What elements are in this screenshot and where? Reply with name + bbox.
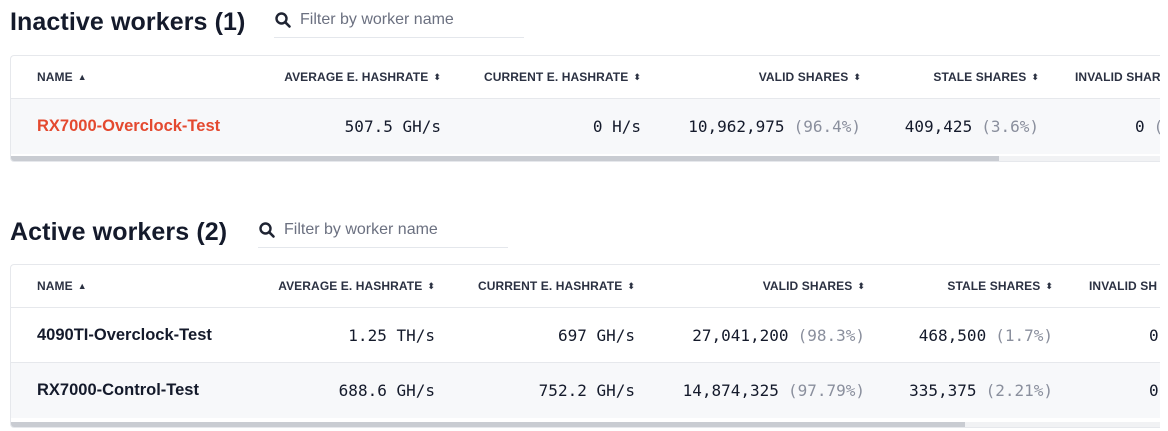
invalid-shares: 0 bbox=[1149, 325, 1159, 345]
inactive-workers-title: Inactive workers (1) bbox=[10, 7, 246, 36]
col-valid-shares-header[interactable]: VALID SHARES ⬍ bbox=[651, 265, 865, 307]
table-header-row: NAME ▲ AVERAGE E. HASHRATE ⬍ CURRENT E. HA… bbox=[11, 56, 1160, 99]
sort-asc-icon: ▲ bbox=[77, 71, 87, 82]
inactive-workers-header: Inactive workers (1) bbox=[10, 6, 245, 38]
col-stale-shares-header[interactable]: STALE SHARES ⬍ bbox=[861, 56, 1039, 98]
scrollbar-thumb[interactable] bbox=[11, 156, 1000, 161]
current-hashrate: 697 GH/s bbox=[557, 325, 635, 345]
inactive-filter-placeholder: Filter by worker name bbox=[300, 10, 454, 28]
sort-both-icon: ⬍ bbox=[853, 71, 861, 82]
table-row[interactable]: 4090TI-Overclock-Test 1.25 TH/s 697 GH/s… bbox=[11, 308, 1160, 363]
horizontal-scrollbar[interactable] bbox=[11, 156, 1160, 161]
valid-shares: 10,962,975 (96.4%) bbox=[688, 117, 861, 136]
sort-both-icon: ⬍ bbox=[857, 280, 865, 291]
worker-name[interactable]: 4090TI-Overclock-Test bbox=[37, 308, 212, 362]
sort-asc-icon: ▲ bbox=[77, 280, 87, 291]
sort-both-icon: ⬍ bbox=[1031, 71, 1039, 82]
sort-both-icon: ⬍ bbox=[633, 71, 641, 82]
valid-shares: 14,874,325 (97.79%) bbox=[682, 381, 865, 400]
scrollbar-thumb[interactable] bbox=[11, 422, 965, 427]
search-icon bbox=[259, 221, 275, 238]
col-invalid-shares-header[interactable]: INVALID SHAR bbox=[1075, 56, 1160, 98]
search-icon bbox=[275, 11, 291, 28]
current-hashrate: 752.2 GH/s bbox=[538, 381, 635, 400]
table-header-row: NAME ▲ AVERAGE E. HASHRATE ⬍ CURRENT E. HA… bbox=[11, 265, 1160, 308]
active-workers-title: Active workers (2) bbox=[10, 217, 228, 246]
inactive-workers-table: NAME ▲ AVERAGE E. HASHRATE ⬍ CURRENT E. HA… bbox=[10, 55, 1160, 162]
valid-shares: 27,041,200 (98.3%) bbox=[692, 325, 865, 345]
table-row[interactable]: RX7000-Control-Test 688.6 GH/s 752.2 GH/… bbox=[11, 363, 1160, 418]
sort-both-icon: ⬍ bbox=[433, 71, 441, 82]
horizontal-scrollbar[interactable] bbox=[11, 422, 1160, 427]
current-hashrate: 0 H/s bbox=[592, 117, 641, 136]
invalid-shares: 0( bbox=[1135, 117, 1160, 136]
col-current-hashrate-header[interactable]: CURRENT E. HASHRATE ⬍ bbox=[441, 56, 641, 98]
col-stale-shares-header[interactable]: STALE SHARES ⬍ bbox=[865, 265, 1053, 307]
col-current-hashrate-header[interactable]: CURRENT E. HASHRATE ⬍ bbox=[435, 265, 635, 307]
col-valid-shares-header[interactable]: VALID SHARES ⬍ bbox=[651, 56, 861, 98]
active-workers-table: NAME ▲ AVERAGE E. HASHRATE ⬍ CURRENT E. HA… bbox=[10, 264, 1160, 428]
col-name-header[interactable]: NAME ▲ bbox=[37, 56, 87, 98]
active-filter-input[interactable]: Filter by worker name bbox=[258, 212, 508, 248]
active-filter-placeholder: Filter by worker name bbox=[284, 220, 438, 238]
col-name-header[interactable]: NAME ▲ bbox=[37, 265, 87, 307]
avg-hashrate: 688.6 GH/s bbox=[338, 381, 435, 400]
stale-shares: 409,425 (3.6%) bbox=[904, 117, 1039, 136]
avg-hashrate: 1.25 TH/s bbox=[348, 325, 435, 345]
table-row[interactable]: RX7000-Overclock-Test 507.5 GH/s 0 H/s 1… bbox=[11, 99, 1160, 154]
avg-hashrate: 507.5 GH/s bbox=[344, 117, 441, 136]
active-workers-header: Active workers (2) bbox=[10, 216, 227, 248]
sort-both-icon: ⬍ bbox=[627, 280, 635, 291]
invalid-shares: 0 bbox=[1149, 381, 1159, 400]
col-avg-hashrate-header[interactable]: AVERAGE E. HASHRATE ⬍ bbox=[211, 265, 435, 307]
stale-shares: 335,375 (2.21%) bbox=[909, 381, 1053, 400]
worker-name[interactable]: RX7000-Overclock-Test bbox=[37, 99, 220, 154]
sort-both-icon: ⬍ bbox=[1045, 280, 1053, 291]
col-avg-hashrate-header[interactable]: AVERAGE E. HASHRATE ⬍ bbox=[211, 56, 441, 98]
sort-both-icon: ⬍ bbox=[427, 280, 435, 291]
col-invalid-shares-header[interactable]: INVALID SH bbox=[1089, 265, 1157, 307]
inactive-filter-input[interactable]: Filter by worker name bbox=[274, 2, 524, 38]
worker-name[interactable]: RX7000-Control-Test bbox=[37, 363, 199, 418]
stale-shares: 468,500 (1.7%) bbox=[918, 325, 1053, 345]
